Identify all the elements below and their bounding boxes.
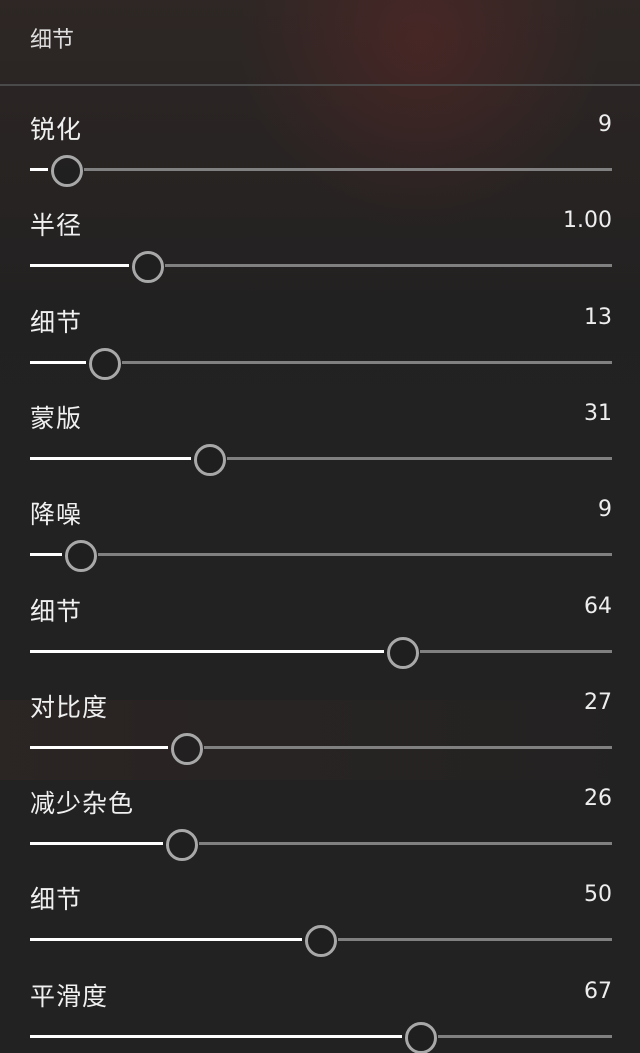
- slider-rest: [227, 456, 612, 460]
- slider-thumb[interactable]: [405, 1021, 437, 1053]
- slider-track[interactable]: [30, 155, 612, 187]
- slider-value: 67: [584, 978, 612, 1004]
- slider-rest: [338, 938, 612, 942]
- slider-row: 蒙版 31: [0, 385, 640, 481]
- slider-row: 细节 64: [0, 578, 640, 674]
- slider-track[interactable]: [30, 540, 612, 573]
- slider-value: 64: [584, 593, 612, 619]
- slider-value: 13: [584, 304, 612, 330]
- slider-thumb[interactable]: [65, 540, 97, 573]
- slider-row: 平滑度 67: [0, 963, 640, 1053]
- slider-thumb[interactable]: [387, 636, 419, 669]
- slider-value: 1.00: [563, 208, 612, 234]
- slider-rest: [420, 649, 612, 653]
- slider-thumb[interactable]: [132, 251, 164, 284]
- slider-track[interactable]: [30, 829, 612, 862]
- slider-row: 锐化 9: [0, 96, 640, 192]
- slider-row: 半径 1.00: [0, 192, 640, 288]
- slider-track[interactable]: [30, 347, 612, 380]
- slider-fill: [30, 360, 86, 364]
- slider-rest: [199, 842, 612, 846]
- slider-label: 细节: [30, 596, 83, 626]
- section-header[interactable]: 细节: [0, 0, 640, 86]
- slider-rest: [165, 264, 612, 268]
- slider-rest: [204, 745, 612, 749]
- slider-label: 细节: [30, 885, 83, 915]
- slider-thumb[interactable]: [89, 347, 121, 380]
- slider-row: 减少杂色 26: [0, 770, 640, 866]
- slider-track[interactable]: [30, 732, 612, 765]
- slider-label: 对比度: [30, 692, 109, 722]
- slider-label: 减少杂色: [30, 789, 135, 819]
- slider-rest: [84, 168, 612, 171]
- slider-fill: [30, 456, 191, 460]
- slider-label: 细节: [30, 307, 83, 337]
- slider-track[interactable]: [30, 925, 612, 958]
- slider-row: 降噪 9: [0, 481, 640, 577]
- detail-panel: 细节 锐化 9 半径 1.00 细节 13 蒙版 31 降噪 9 细节 64 对比度 27 减少杂色 26 细节…: [0, 0, 640, 1053]
- slider-value: 9: [598, 497, 612, 523]
- slider-row: 细节 50: [0, 866, 640, 962]
- slider-row: 细节 13: [0, 289, 640, 385]
- slider-fill: [30, 842, 163, 846]
- slider-rest: [122, 360, 612, 364]
- slider-label: 平滑度: [30, 981, 109, 1011]
- slider-label: 锐化: [30, 115, 83, 144]
- slider-value: 9: [598, 112, 612, 137]
- slider-value: 26: [584, 786, 612, 812]
- slider-thumb[interactable]: [171, 732, 203, 765]
- section-title: 细节: [30, 28, 75, 53]
- slider-thumb[interactable]: [166, 829, 198, 862]
- slider-rest: [98, 553, 612, 557]
- slider-fill: [30, 745, 168, 749]
- slider-track[interactable]: [30, 1021, 612, 1053]
- slider-fill: [30, 264, 129, 268]
- slider-fill: [30, 553, 62, 557]
- slider-track[interactable]: [30, 443, 612, 476]
- slider-label: 蒙版: [30, 403, 83, 433]
- slider-row: 对比度 27: [0, 674, 640, 770]
- slider-track[interactable]: [30, 251, 612, 284]
- slider-value: 31: [584, 400, 612, 426]
- slider-fill: [30, 168, 48, 171]
- slider-rest: [438, 1034, 612, 1038]
- slider-fill: [30, 938, 302, 942]
- slider-thumb[interactable]: [305, 925, 337, 958]
- slider-value: 50: [584, 882, 612, 908]
- slider-fill: [30, 1034, 402, 1038]
- slider-label: 半径: [30, 211, 83, 241]
- slider-thumb[interactable]: [51, 155, 83, 187]
- slider-label: 降噪: [30, 500, 83, 530]
- slider-thumb[interactable]: [194, 443, 226, 476]
- slider-track[interactable]: [30, 636, 612, 669]
- slider-value: 27: [584, 689, 612, 715]
- slider-fill: [30, 649, 384, 653]
